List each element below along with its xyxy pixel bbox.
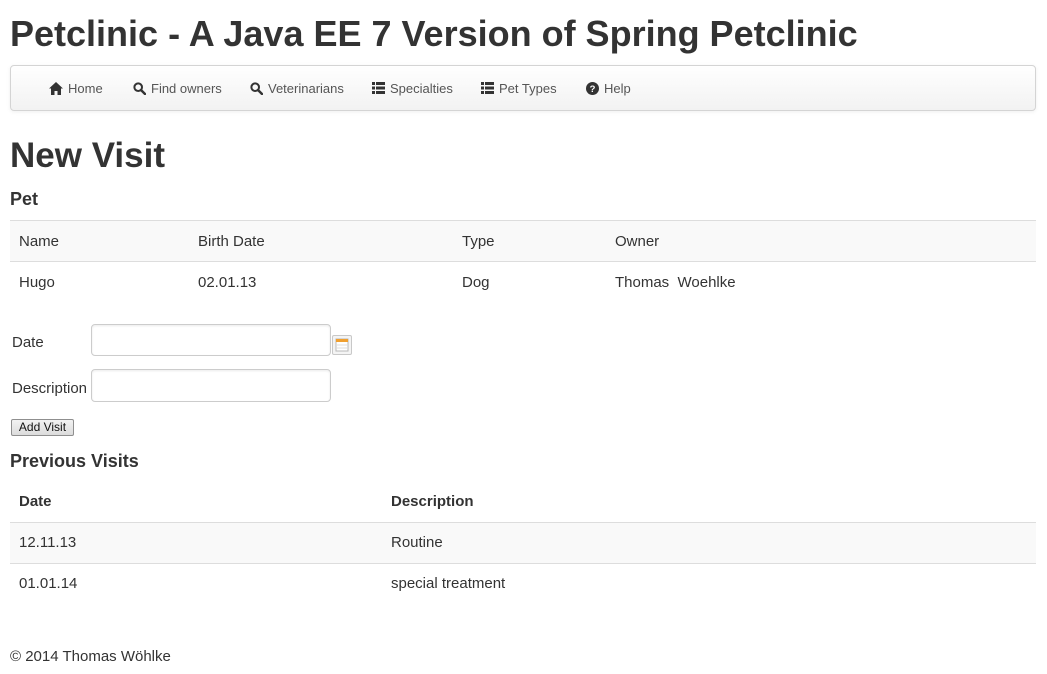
nav-pet-types-label: Pet Types [499,80,557,96]
help-icon: ? [586,81,599,95]
footer-copyright: © 2014 Thomas Wöhlke [10,648,171,665]
nav-specialties[interactable]: Specialties [372,66,453,110]
nav-help-label: Help [604,80,631,96]
col-header-name: Name [10,220,189,262]
list-icon [372,82,385,94]
nav-find-owners-label: Find owners [151,80,222,96]
previous-visits-table: Date Description 12.11.13 Routine 01.01.… [10,481,1036,604]
visit-description: special treatment [382,562,1036,604]
svg-text:?: ? [590,84,596,95]
description-input[interactable] [91,369,331,402]
nav-pet-types[interactable]: Pet Types [481,66,557,110]
list-icon [481,82,494,94]
add-visit-button[interactable]: Add Visit [11,419,74,436]
pet-type: Dog [453,261,606,303]
search-icon [250,81,263,95]
table-row: 12.11.13 Routine [10,521,1036,563]
nav-home[interactable]: Home [49,66,103,110]
nav-veterinarians-label: Veterinarians [268,80,344,96]
visit-date: 12.11.13 [10,521,382,563]
nav-help[interactable]: ? Help [586,66,631,110]
visits-table-header: Date Description [10,481,1036,522]
pet-table: Name Birth Date Type Owner Hugo 02.01.13… [10,220,1036,303]
date-label: Date [12,334,44,351]
nav-specialties-label: Specialties [390,80,453,96]
pet-table-header: Name Birth Date Type Owner [10,220,1036,262]
search-icon [133,81,146,95]
app-title: Petclinic - A Java EE 7 Version of Sprin… [10,13,858,54]
pet-owner: Thomas Woehlke [606,261,1036,303]
nav-veterinarians[interactable]: Veterinarians [250,66,344,110]
page-title: New Visit [10,136,165,175]
pet-section-title: Pet [10,189,39,209]
calendar-button[interactable] [332,335,352,355]
col-header-date: Date [19,492,52,510]
nav-home-label: Home [68,80,103,96]
col-header-birth-date: Birth Date [189,220,453,262]
col-header-owner: Owner [606,220,1036,262]
col-header-description: Description [391,492,474,510]
description-label: Description [12,380,88,397]
visit-description: Routine [382,521,1036,563]
main-navbar: Home Find owners Veterinarians Specialti… [10,65,1036,111]
pet-row: Hugo 02.01.13 Dog Thomas Woehlke [10,261,1036,303]
table-row: 01.01.14 special treatment [10,562,1036,604]
col-header-type: Type [453,220,606,262]
home-icon [49,81,63,95]
calendar-icon [333,338,351,357]
nav-find-owners[interactable]: Find owners [133,66,222,110]
pet-birth-date: 02.01.13 [189,261,453,303]
date-input[interactable] [91,324,331,356]
pet-name: Hugo [10,261,189,303]
previous-visits-title: Previous Visits [10,451,139,471]
visit-date: 01.01.14 [10,562,382,604]
